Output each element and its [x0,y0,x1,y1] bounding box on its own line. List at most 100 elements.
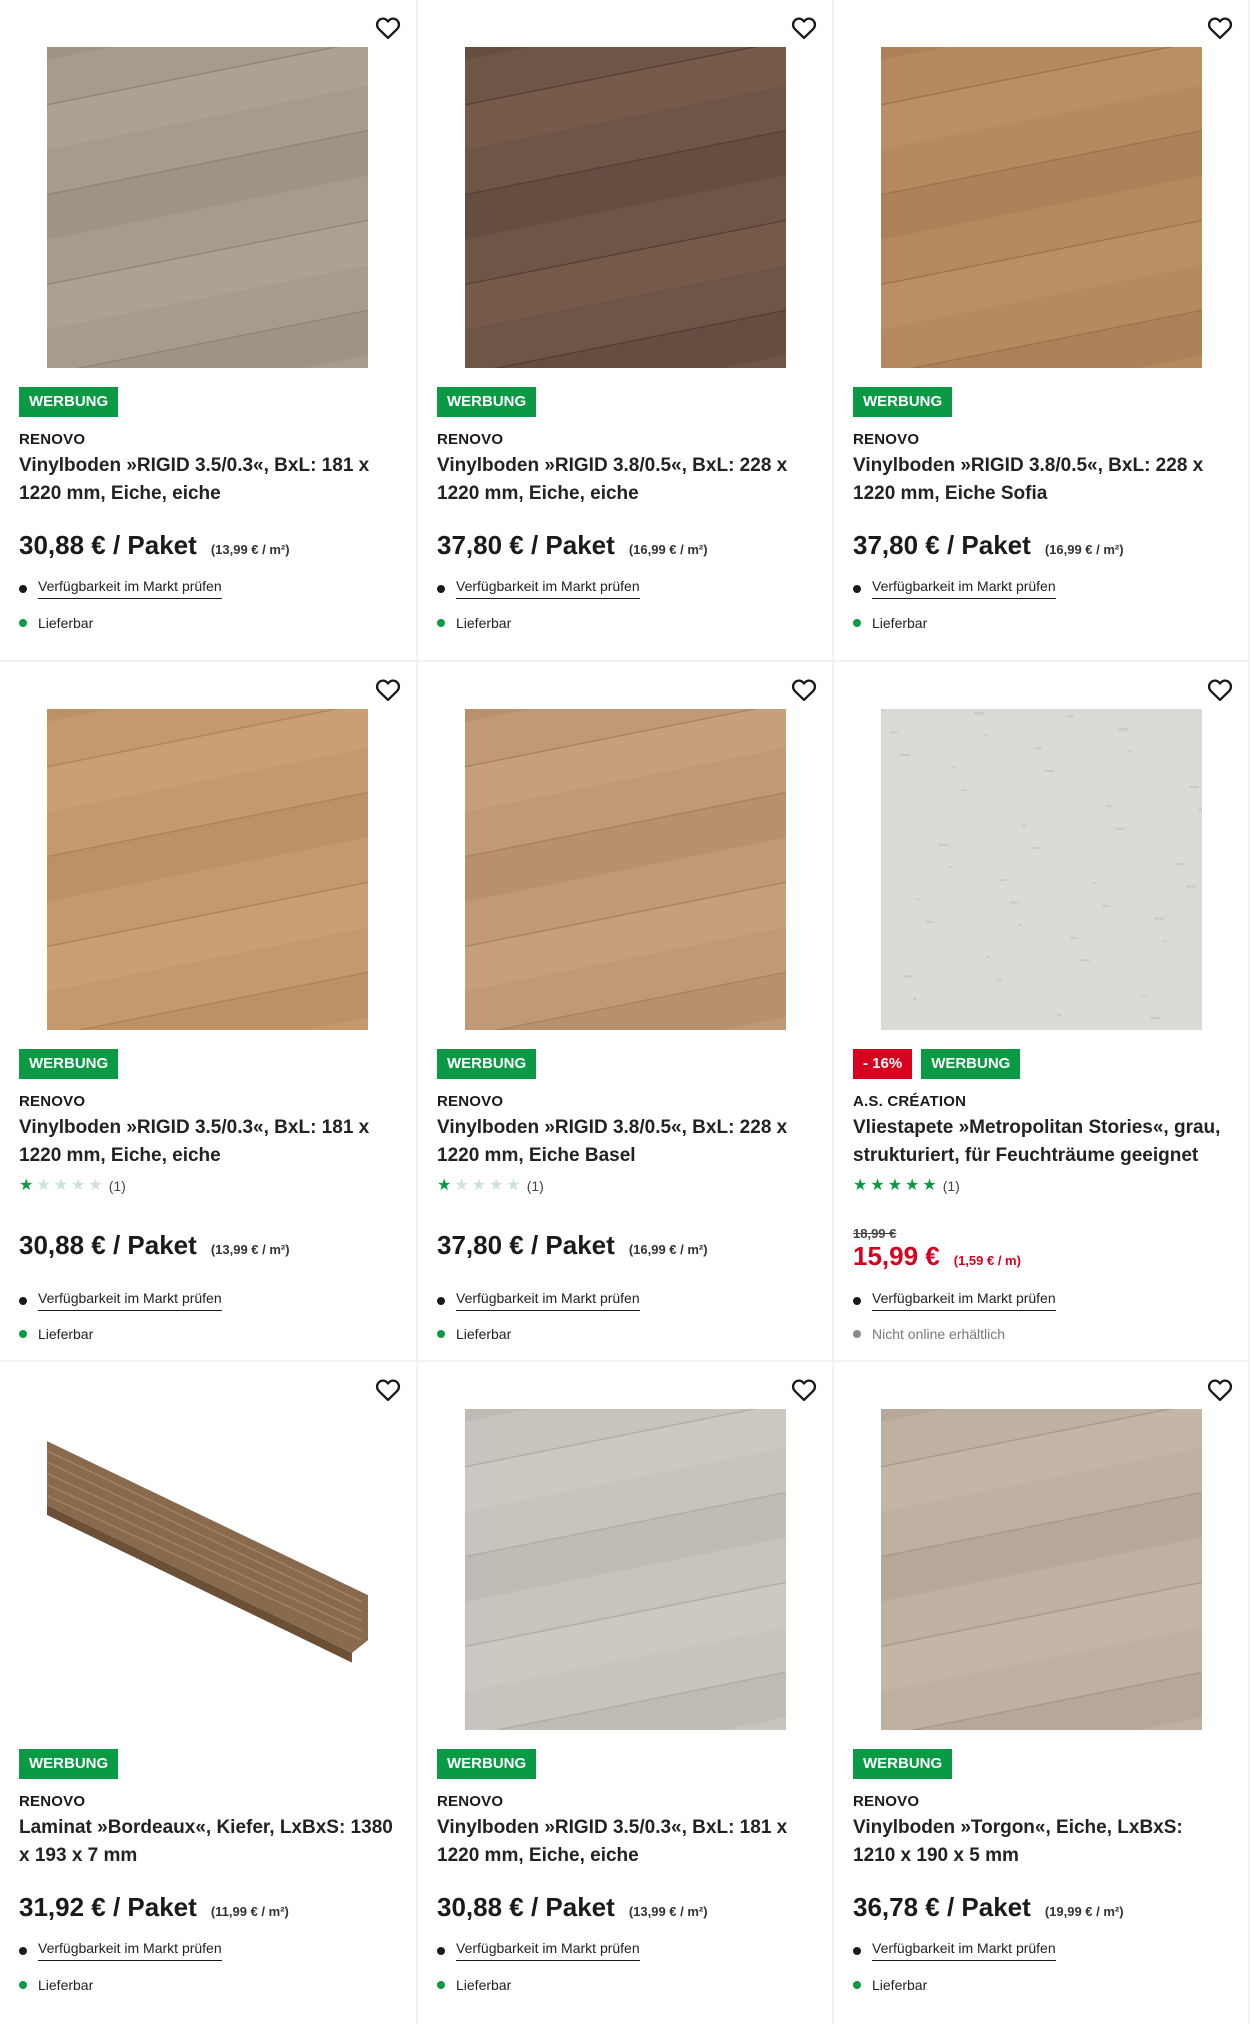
wishlist-heart-icon[interactable] [784,670,824,710]
product-title[interactable]: Laminat »Bordeaux«, Kiefer, LxBxS: 1380 … [19,1814,396,1870]
store-availability: Verfügbarkeit im Markt prüfen [437,578,640,599]
wishlist-heart-icon[interactable] [784,1370,824,1410]
product-image[interactable] [47,709,368,1030]
badge-row: WERBUNG [19,1749,119,1779]
price-row: 30,88 € / Paket (13,99 € / m²) [19,1230,290,1261]
star-icon: ★ [870,1177,885,1194]
status-dot-icon [437,1330,445,1338]
status-dot-icon [853,1330,861,1338]
check-store-link[interactable]: Verfügbarkeit im Markt prüfen [38,1940,222,1961]
delivery-status: Lieferbar [853,615,927,631]
store-availability: Verfügbarkeit im Markt prüfen [19,1290,222,1311]
store-dot-icon [853,584,861,593]
ad-badge: WERBUNG [437,1049,537,1079]
delivery-status: Lieferbar [19,615,93,631]
product-title[interactable]: Vliestapete »Metropolitan Stories«, grau… [853,1114,1228,1170]
wishlist-heart-icon[interactable] [1200,1370,1240,1410]
product-card[interactable]: WERBUNG RENOVO Vinylboden »Torgon«, Eiche,… [834,1362,1248,2024]
badge-row: WERBUNG [437,387,537,417]
unit-price: (13,99 € / m²) [210,1242,290,1257]
status-dot-icon [853,1981,861,1989]
product-price: 37,80 € / Paket [853,530,1031,560]
brand-name: A.S. CRÉATION [853,1093,967,1110]
badge-row: WERBUNG [853,387,953,417]
star-icon: ★ [853,1177,868,1194]
product-image[interactable] [47,47,368,368]
product-image[interactable] [881,709,1202,1030]
product-title[interactable]: Vinylboden »RIGID 3.8/0.5«, BxL: 228 x 1… [437,452,812,508]
status-dot-icon [19,1981,27,1989]
product-title[interactable]: Vinylboden »RIGID 3.8/0.5«, BxL: 228 x 1… [437,1114,812,1170]
star-icon: ★ [53,1177,69,1194]
price-row: 37,80 € / Paket (16,99 € / m²) [853,530,1124,561]
check-store-link[interactable]: Verfügbarkeit im Markt prüfen [456,1940,640,1961]
wishlist-heart-icon[interactable] [784,8,824,48]
product-image[interactable] [881,47,1202,368]
product-title[interactable]: Vinylboden »RIGID 3.5/0.3«, BxL: 181 x 1… [19,452,396,508]
delivery-status: Lieferbar [853,1977,927,1993]
product-price: 15,99 € [853,1241,940,1271]
rating-count: (1) [108,1178,126,1194]
product-title[interactable]: Vinylboden »RIGID 3.5/0.3«, BxL: 181 x 1… [19,1114,396,1170]
ad-badge: WERBUNG [437,387,537,417]
brand-name: RENOVO [853,431,920,448]
product-card[interactable]: WERBUNG RENOVO Vinylboden »RIGID 3.8/0.5«,… [834,0,1248,660]
brand-name: RENOVO [437,1793,504,1810]
store-dot-icon [853,1296,861,1305]
badge-row: WERBUNG [19,387,119,417]
check-store-link[interactable]: Verfügbarkeit im Markt prüfen [38,578,222,599]
product-title[interactable]: Vinylboden »RIGID 3.5/0.3«, BxL: 181 x 1… [437,1814,812,1870]
unit-price: (19,99 € / m²) [1044,1904,1124,1919]
price-row: 15,99 € (1,59 € / m) [853,1241,1021,1272]
check-store-link[interactable]: Verfügbarkeit im Markt prüfen [38,1290,222,1311]
wishlist-heart-icon[interactable] [1200,670,1240,710]
product-card[interactable]: WERBUNG RENOVO Vinylboden »RIGID 3.5/0.3«,… [418,1362,832,2024]
wishlist-heart-icon[interactable] [368,670,408,710]
product-card[interactable]: - 16% WERBUNG A.S. CRÉATION Vliestapete »Me… [834,662,1248,1360]
product-title[interactable]: Vinylboden »Torgon«, Eiche, LxBxS: 1210 … [853,1814,1228,1870]
product-title[interactable]: Vinylboden »RIGID 3.8/0.5«, BxL: 228 x 1… [853,452,1228,508]
product-card[interactable]: WERBUNG RENOVO Vinylboden »RIGID 3.5/0.3«,… [0,0,416,660]
badge-row: - 16% WERBUNG [853,1049,1021,1079]
wishlist-heart-icon[interactable] [368,8,408,48]
product-image[interactable] [881,1409,1202,1730]
unit-price: (13,99 € / m²) [628,1904,708,1919]
product-image[interactable] [465,47,786,368]
star-icon: ★ [506,1177,521,1194]
store-availability: Verfügbarkeit im Markt prüfen [19,1940,222,1961]
check-store-link[interactable]: Verfügbarkeit im Markt prüfen [872,1940,1056,1961]
check-store-link[interactable]: Verfügbarkeit im Markt prüfen [872,578,1056,599]
store-dot-icon [437,584,445,593]
check-store-link[interactable]: Verfügbarkeit im Markt prüfen [456,1290,640,1311]
brand-name: RENOVO [437,1093,504,1110]
product-image[interactable] [465,709,786,1030]
store-availability: Verfügbarkeit im Markt prüfen [853,1940,1056,1961]
rating-stars: ★ ★ ★ ★ ★ (1) [19,1177,126,1195]
unit-price: (11,99 € / m²) [210,1904,289,1919]
wishlist-heart-icon[interactable] [1200,8,1240,48]
unit-price: (1,59 € / m) [953,1253,1021,1268]
product-card[interactable]: WERBUNG RENOVO Vinylboden »RIGID 3.8/0.5«,… [418,0,832,660]
delivery-status: Lieferbar [19,1977,93,1993]
store-dot-icon [19,1296,27,1305]
product-card[interactable]: WERBUNG RENOVO Laminat »Bordeaux«, Kiefer,… [0,1362,416,2024]
rating-stars: ★ ★ ★ ★ ★ (1) [437,1177,544,1195]
old-price: 18,99 € [853,1226,897,1241]
status-dot-icon [19,1330,27,1338]
check-store-link[interactable]: Verfügbarkeit im Markt prüfen [872,1290,1056,1311]
wishlist-heart-icon[interactable] [368,1370,408,1410]
check-store-link[interactable]: Verfügbarkeit im Markt prüfen [456,578,640,599]
status-dot-icon [19,619,27,627]
price-row: 30,88 € / Paket (13,99 € / m²) [19,530,290,561]
product-card[interactable]: WERBUNG RENOVO Vinylboden »RIGID 3.5/0.3«,… [0,662,416,1360]
price-row: 36,78 € / Paket (19,99 € / m²) [853,1892,1124,1923]
star-icon: ★ [36,1177,51,1194]
product-price: 36,78 € / Paket [853,1892,1031,1922]
star-icon: ★ [905,1177,920,1194]
delivery-status-text: Lieferbar [456,615,512,631]
delivery-status: Lieferbar [437,1326,511,1342]
product-image[interactable] [47,1409,368,1730]
product-card[interactable]: WERBUNG RENOVO Vinylboden »RIGID 3.8/0.5«,… [418,662,832,1360]
product-image[interactable] [465,1409,786,1730]
star-icon: ★ [19,1177,34,1194]
